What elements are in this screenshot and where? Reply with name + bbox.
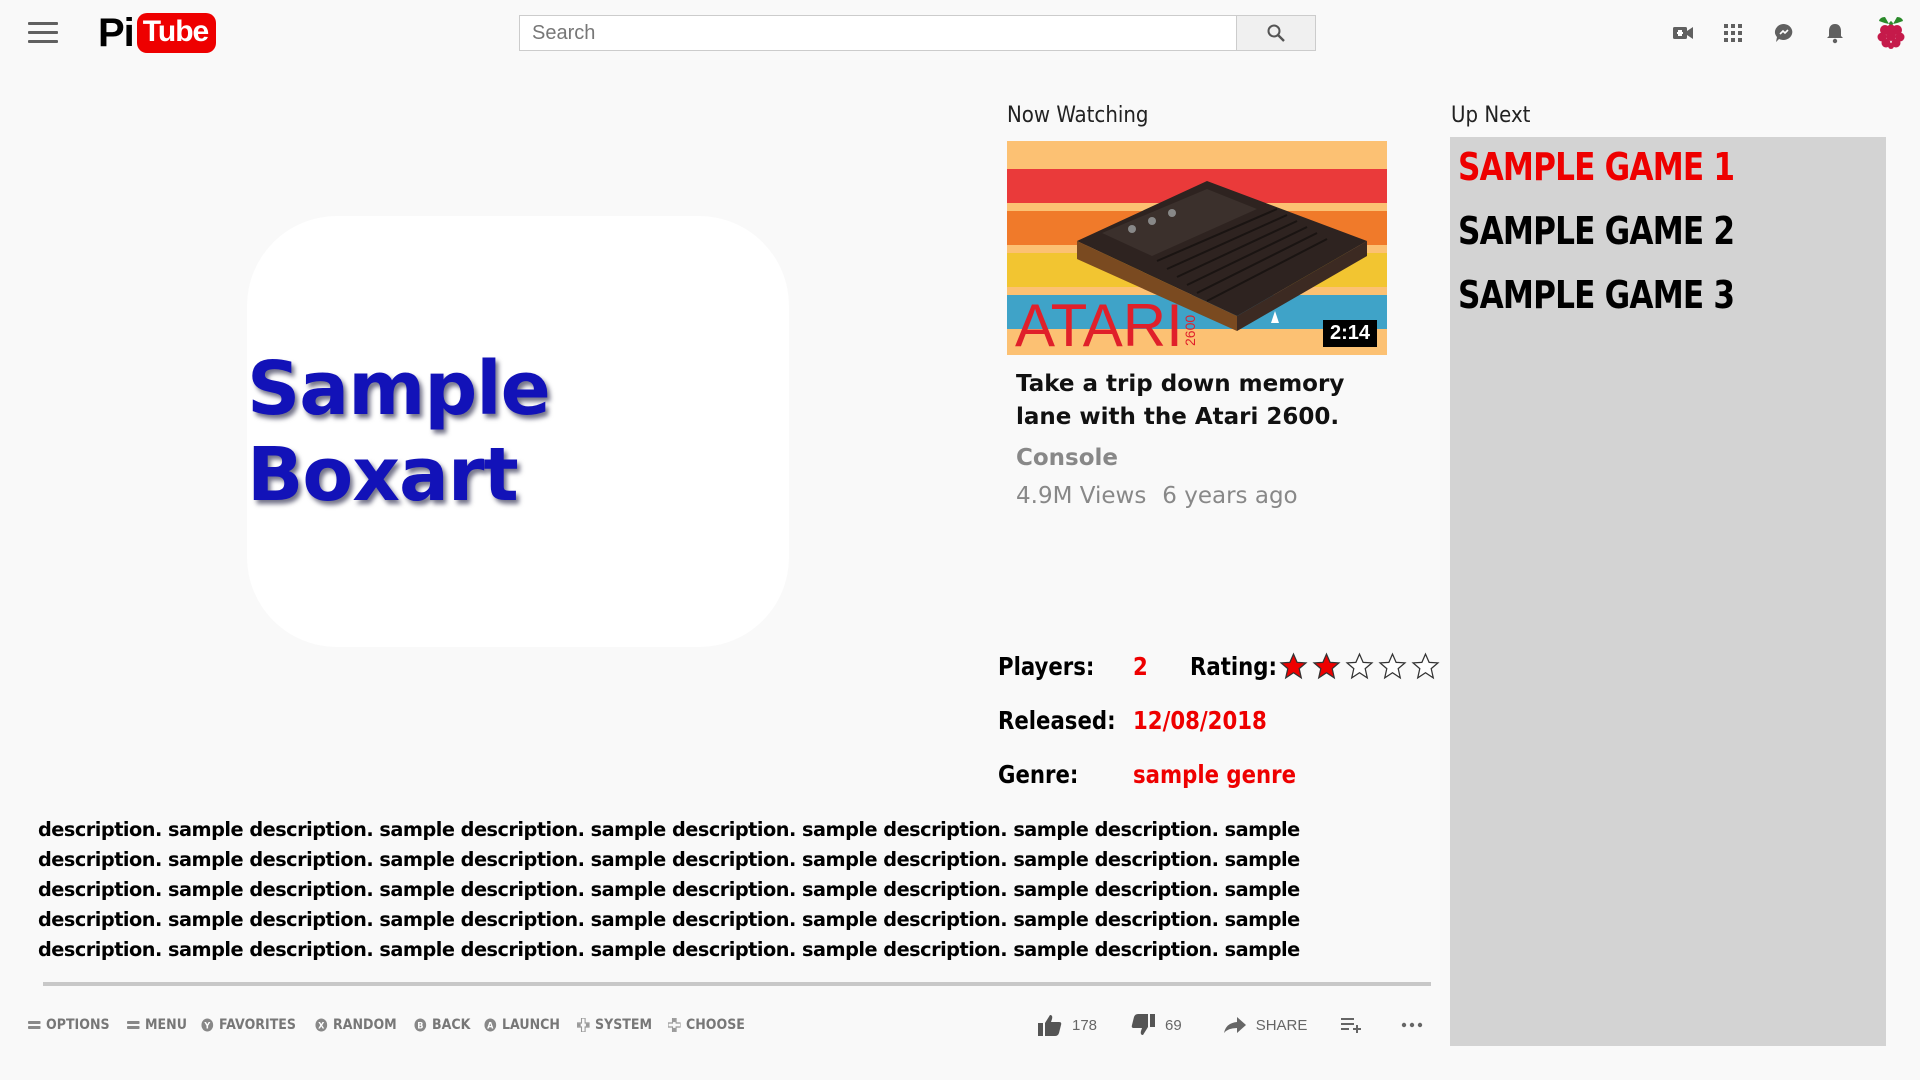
hint-launch[interactable]: A LAUNCH	[484, 1017, 560, 1033]
hint-random[interactable]: X RANDOM	[315, 1017, 397, 1033]
search-input[interactable]	[520, 16, 1238, 50]
search-box[interactable]	[519, 15, 1239, 51]
hint-label: RANDOM	[332, 1017, 397, 1033]
more-horizontal-icon	[1402, 1022, 1423, 1028]
hint-label: OPTIONS	[46, 1017, 110, 1033]
thumb-brand-text: ATARI	[1015, 292, 1183, 355]
b-button-icon: B	[413, 1018, 427, 1032]
logo-tube-text: Tube	[136, 13, 217, 53]
channel-name[interactable]: Console	[1016, 445, 1118, 471]
svg-text:X: X	[318, 1021, 325, 1032]
game-list-item-3[interactable]: SAMPLE GAME 3	[1458, 273, 1735, 317]
like-button[interactable]: 178	[1038, 1014, 1097, 1036]
thumbs-down-icon	[1131, 1014, 1156, 1035]
video-title[interactable]: Take a trip down memory lane with the At…	[1016, 368, 1396, 434]
controller-hints-bar: OPTIONS MENU Y FAVORITES X RANDOM B BACK…	[28, 1017, 747, 1033]
boxart-text: Sample Boxart	[247, 345, 551, 518]
svg-text:A: A	[487, 1021, 494, 1032]
svg-text:Y: Y	[204, 1021, 212, 1032]
now-watching-label: Now Watching	[1007, 103, 1149, 128]
rating-stars	[1278, 652, 1441, 680]
menu-icon[interactable]	[28, 22, 58, 44]
messages-icon[interactable]	[1769, 18, 1799, 48]
view-count: 4.9M Views	[1016, 483, 1147, 509]
hint-options[interactable]: OPTIONS	[28, 1017, 110, 1033]
video-stats: 4.9M Views 6 years ago	[1016, 483, 1298, 509]
share-label: SHARE	[1255, 1016, 1308, 1034]
like-count: 178	[1072, 1016, 1098, 1034]
upload-age: 6 years ago	[1162, 483, 1298, 509]
dislike-count: 69	[1165, 1016, 1182, 1034]
released-label: Released:	[998, 706, 1116, 735]
select-button-icon	[28, 1018, 41, 1032]
game-list-item-2[interactable]: SAMPLE GAME 2	[1458, 209, 1735, 253]
hint-label: MENU	[144, 1017, 187, 1033]
thumb-model-text: 2600	[1182, 315, 1198, 346]
search-icon	[1267, 24, 1285, 42]
add-to-playlist-icon	[1341, 1018, 1362, 1033]
a-button-icon: A	[484, 1018, 497, 1032]
up-next-panel: SAMPLE GAME 1 SAMPLE GAME 2 SAMPLE GAME …	[1450, 137, 1886, 1046]
video-actions: 178 69 SHARE	[1038, 1014, 1423, 1036]
star-filled-icon	[1312, 652, 1341, 680]
star-empty-icon	[1411, 652, 1440, 680]
game-description: description. sample description. sample …	[38, 818, 1300, 961]
thumbs-up-icon	[1038, 1015, 1062, 1036]
game-boxart: Sample Boxart	[247, 216, 789, 647]
hint-label: FAVORITES	[219, 1017, 297, 1033]
more-options-button[interactable]	[1401, 1022, 1423, 1028]
apps-grid-icon[interactable]	[1718, 18, 1748, 48]
players-label: Players:	[998, 652, 1095, 681]
pitube-logo[interactable]: Pi Tube	[98, 10, 217, 55]
genre-value: sample genre	[1133, 760, 1297, 789]
x-button-icon: X	[315, 1018, 328, 1032]
rating-label: Rating:	[1190, 652, 1277, 681]
dislike-button[interactable]: 69	[1131, 1014, 1182, 1036]
up-next-label: Up Next	[1451, 103, 1531, 128]
video-duration: 2:14	[1322, 320, 1377, 347]
raspberry-avatar[interactable]	[1874, 14, 1908, 50]
game-list-item-1[interactable]: SAMPLE GAME 1	[1458, 145, 1735, 189]
y-button-icon: Y	[201, 1018, 214, 1032]
svg-text:B: B	[417, 1021, 423, 1032]
hint-favorites[interactable]: Y FAVORITES	[201, 1017, 296, 1033]
hint-label: SYSTEM	[594, 1017, 652, 1033]
hint-back[interactable]: B BACK	[413, 1017, 470, 1033]
start-button-icon	[126, 1018, 140, 1032]
dpad-horizontal-icon	[576, 1018, 590, 1032]
divider	[43, 982, 1431, 986]
search-button[interactable]	[1236, 15, 1316, 51]
star-empty-icon	[1378, 652, 1407, 680]
video-thumbnail[interactable]: ATARI 2600 2:14	[1007, 141, 1387, 355]
logo-pi-text: Pi	[98, 10, 135, 55]
star-empty-icon	[1345, 652, 1374, 680]
share-button[interactable]: SHARE	[1223, 1016, 1308, 1034]
video-camera-icon[interactable]	[1668, 18, 1698, 48]
hint-menu[interactable]: MENU	[126, 1017, 187, 1033]
players-value: 2	[1133, 652, 1148, 681]
genre-label: Genre:	[998, 760, 1079, 789]
hint-label: CHOOSE	[685, 1017, 745, 1033]
bell-icon[interactable]	[1820, 18, 1850, 48]
hint-choose[interactable]: CHOOSE	[667, 1017, 745, 1033]
dpad-vertical-icon	[667, 1018, 681, 1032]
hint-label: BACK	[431, 1017, 470, 1033]
star-filled-icon	[1279, 652, 1308, 680]
share-arrow-icon	[1223, 1017, 1246, 1033]
hint-system[interactable]: SYSTEM	[576, 1017, 652, 1033]
add-to-playlist-button[interactable]	[1341, 1017, 1363, 1033]
released-value: 12/08/2018	[1133, 706, 1267, 735]
hint-label: LAUNCH	[502, 1017, 561, 1033]
